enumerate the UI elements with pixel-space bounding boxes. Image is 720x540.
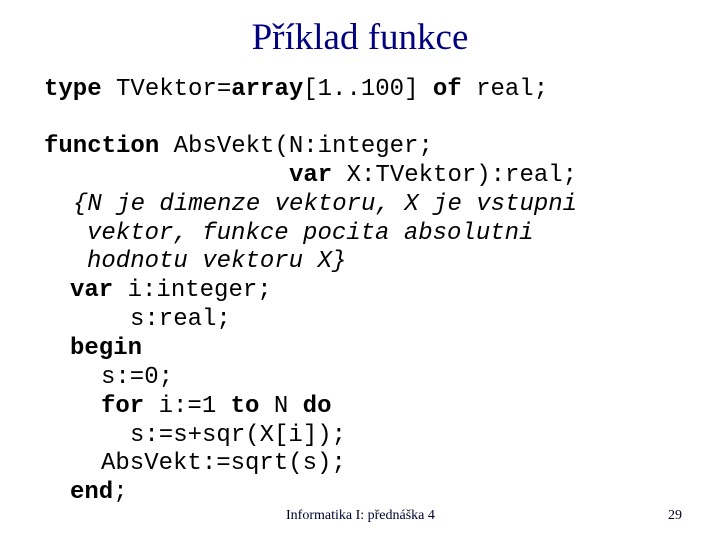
keyword-var: var (289, 162, 333, 189)
code-text: [1..100] (303, 76, 433, 103)
code-text: i:integer; (113, 277, 272, 304)
code-text: TVektor= (101, 76, 232, 103)
code-text: i:=1 (144, 393, 231, 420)
code-line-function-header: function AbsVekt(N:integer; (44, 133, 433, 161)
code-line-type-declaration: type TVektor=array[1..100] of real; (44, 76, 548, 104)
code-line-init-s: s:=0; (101, 364, 174, 391)
keyword-of: of (432, 76, 462, 103)
code-line-begin: begin (70, 335, 143, 362)
slide-page-number: 29 (668, 508, 682, 523)
keyword-array: array (231, 76, 304, 103)
code-comment-line-1: {N je dimenze vektoru, X je vstupni (73, 191, 578, 218)
code-text: X:TVektor):real; (332, 162, 578, 189)
code-comment-line-2: vektor, funkce pocita absolutni (87, 220, 534, 247)
code-text: ; (113, 479, 128, 506)
code-line-accumulate: s:=s+sqr(X[i]); (130, 422, 347, 449)
code-line-var-s: s:real; (130, 306, 231, 333)
footer-course-label: Informatika I: přednáška 4 (286, 508, 435, 523)
keyword-to: to (230, 393, 260, 420)
keyword-var: var (70, 277, 114, 304)
keyword-for: for (101, 393, 145, 420)
keyword-do: do (302, 393, 332, 420)
code-line-function-params: var X:TVektor):real; (289, 162, 577, 190)
code-line-return-value: AbsVekt:=sqrt(s); (101, 450, 346, 477)
code-comment-line-3: hodnotu vektoru X} (87, 248, 347, 275)
code-line-end: end; (70, 479, 128, 507)
keyword-end: end (70, 479, 114, 506)
code-text: AbsVekt(N:integer; (159, 133, 433, 160)
keyword-function: function (44, 133, 160, 160)
keyword-type: type (44, 76, 102, 103)
code-text: N (259, 393, 303, 420)
code-text: real; (461, 76, 549, 103)
code-line-var-i: var i:integer; (70, 277, 272, 305)
code-listing: type TVektor=array[1..100] of real; func… (0, 0, 720, 540)
code-line-for-loop: for i:=1 to N do (101, 393, 331, 421)
